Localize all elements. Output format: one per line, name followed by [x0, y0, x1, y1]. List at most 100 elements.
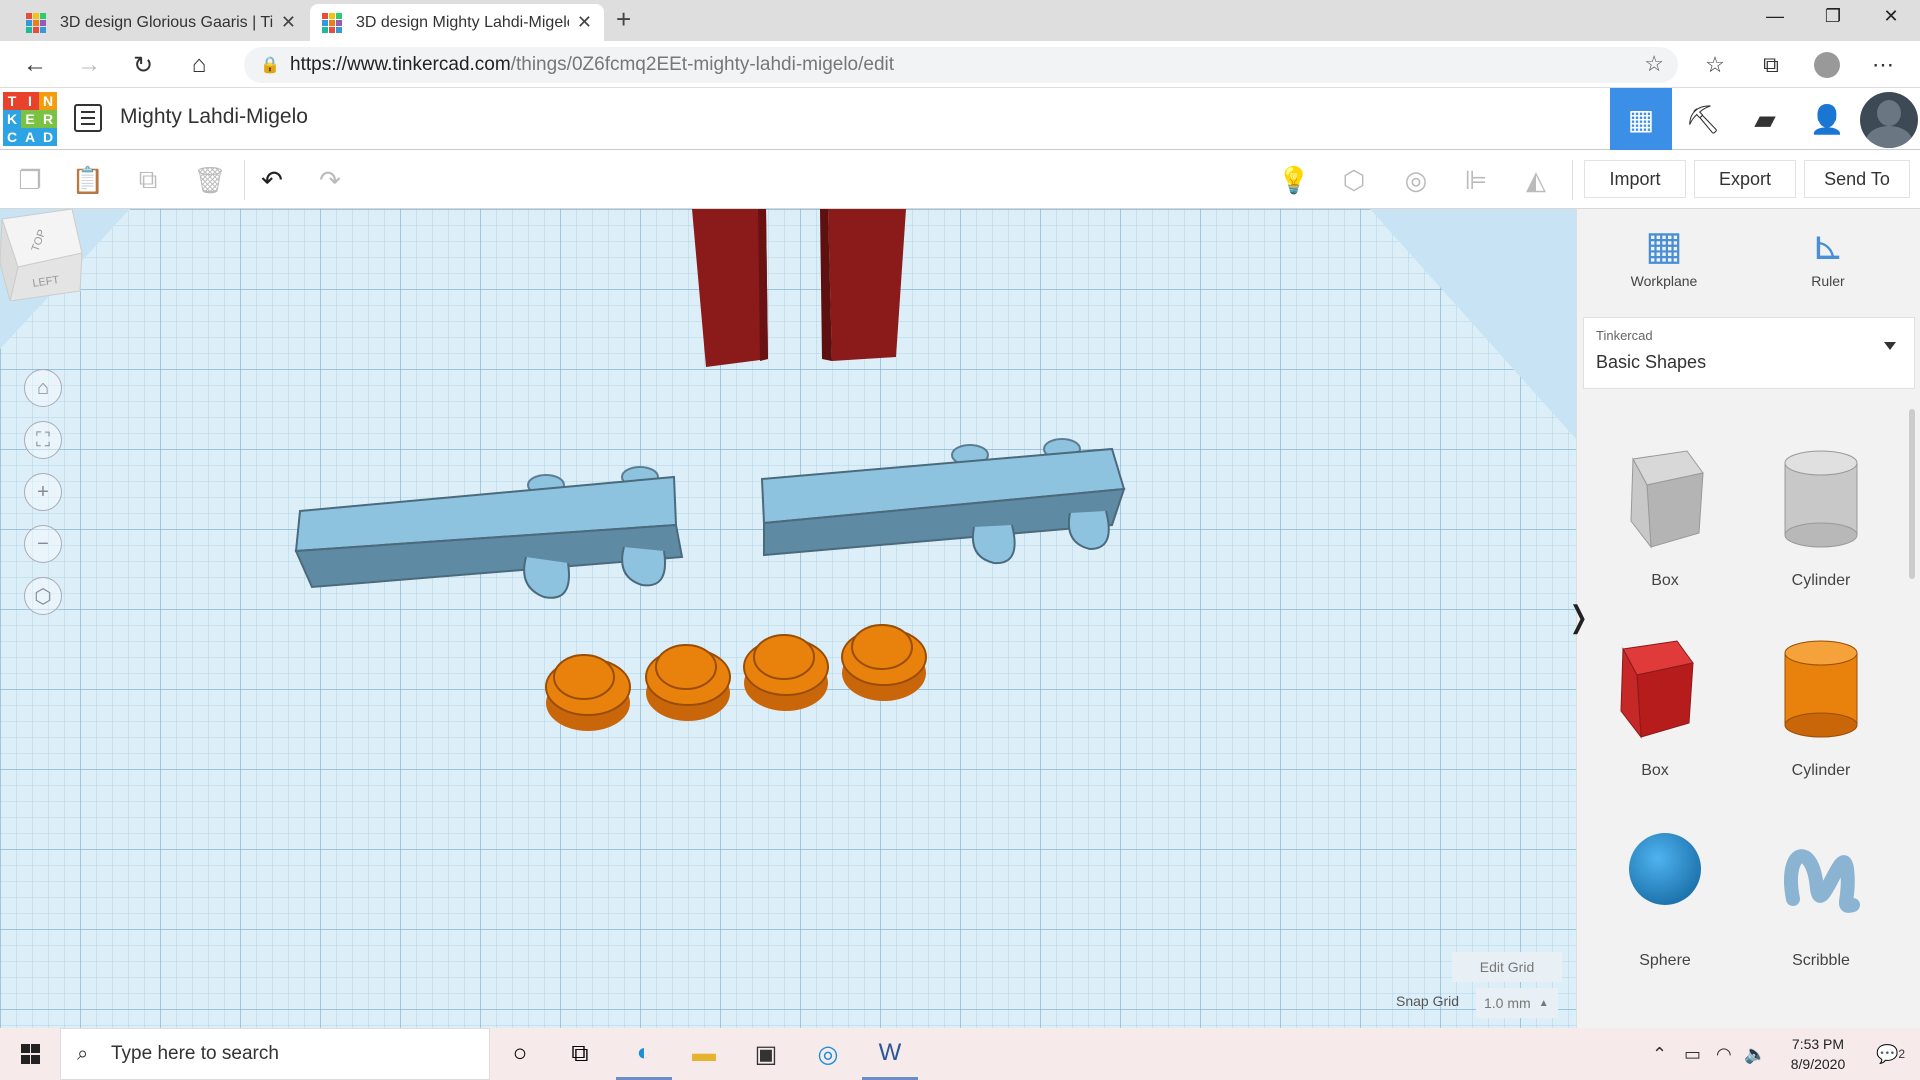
blue-sphere-icon: [1629, 833, 1701, 905]
close-tab-icon[interactable]: ✕: [281, 12, 296, 33]
gray-cylinder-icon: [1784, 450, 1858, 548]
edit-grid-button[interactable]: Edit Grid: [1452, 952, 1562, 982]
zoom-out-icon[interactable]: −: [24, 525, 62, 563]
shape-cylinder-gray[interactable]: Cylinder: [1743, 429, 1899, 609]
tinkercad-logo[interactable]: T I N K E R C A D: [3, 92, 57, 146]
send-to-button[interactable]: Send To: [1804, 160, 1910, 198]
redo-icon[interactable]: ↷: [312, 162, 348, 198]
ruler-button[interactable]: ⊾ Ruler: [1773, 223, 1883, 303]
tray-chevron-icon[interactable]: ⌃: [1652, 1028, 1667, 1080]
red-box-shape[interactable]: [820, 209, 906, 361]
workplane-icon: ▦: [1645, 224, 1683, 268]
refresh-icon[interactable]: ↻: [126, 49, 160, 81]
task-view-icon[interactable]: ⧉: [552, 1028, 608, 1080]
store-icon[interactable]: ▣: [738, 1028, 794, 1080]
scribble-icon: [1784, 849, 1860, 913]
align-icon[interactable]: ⊫: [1458, 162, 1494, 198]
ungroup-icon[interactable]: ◎: [1398, 162, 1434, 198]
battery-icon[interactable]: ▭: [1684, 1028, 1701, 1080]
minimize-icon[interactable]: —: [1746, 0, 1804, 32]
gray-box-icon: [1630, 450, 1704, 549]
logo-letter: T: [3, 92, 21, 110]
back-icon[interactable]: ←: [18, 49, 52, 81]
search-placeholder: Type here to search: [111, 1043, 279, 1064]
blocks-pickaxe-icon[interactable]: ⛏: [1672, 88, 1734, 150]
shape-scribble[interactable]: Scribble: [1743, 809, 1899, 989]
app-icon[interactable]: ◎: [800, 1028, 856, 1080]
profile-icon[interactable]: [1810, 50, 1844, 80]
edge-browser-icon[interactable]: ◐: [616, 1028, 672, 1080]
delete-icon[interactable]: 🗑: [192, 162, 228, 198]
new-tab-icon[interactable]: +: [616, 4, 631, 35]
word-icon[interactable]: W: [862, 1028, 918, 1080]
3d-workspace[interactable]: TOP LEFT ⌂ ⛶ + − ⬡: [0, 209, 1576, 1028]
tinkercad-favicon: [26, 12, 46, 33]
export-button[interactable]: Export: [1694, 160, 1796, 198]
taskbar-clock[interactable]: 7:53 PM 8/9/2020: [1768, 1034, 1868, 1074]
address-bar[interactable]: 🔒 https://www.tinkercad.com/things/0Z6fc…: [244, 47, 1678, 83]
zoom-in-icon[interactable]: +: [24, 473, 62, 511]
favorites-icon[interactable]: ☆: [1698, 50, 1732, 80]
taskbar-search-box[interactable]: ⌕ Type here to search: [60, 1028, 490, 1080]
wifi-icon[interactable]: ◠: [1716, 1028, 1732, 1080]
user-avatar[interactable]: [1860, 92, 1918, 148]
maximize-icon[interactable]: ❐: [1804, 0, 1862, 32]
copy-icon[interactable]: ❐: [12, 162, 48, 198]
workplane-label: Workplane: [1630, 273, 1698, 289]
duplicate-icon[interactable]: ⧉: [130, 162, 166, 198]
notifications-icon[interactable]: 💬 2: [1876, 1028, 1905, 1080]
file-explorer-icon[interactable]: ▬: [676, 1028, 732, 1080]
paste-icon[interactable]: 📋: [70, 162, 106, 198]
snap-grid-select[interactable]: 1.0 mm ▲: [1476, 988, 1558, 1018]
workplane-grid: [0, 209, 1576, 1028]
volume-icon[interactable]: 🔈: [1744, 1028, 1766, 1080]
mirror-icon[interactable]: ◭: [1518, 162, 1554, 198]
browser-tab-glorious-gaaris[interactable]: 3D design Glorious Gaaris | Tinkercad ✕: [14, 4, 308, 41]
fit-view-icon[interactable]: ⛶: [24, 421, 62, 459]
collapse-panel-chevron-icon[interactable]: ❭: [1566, 600, 1591, 635]
tinkercad-header: T I N K E R C A D Mighty Lahdi-Migelo ▦ …: [0, 88, 1920, 150]
shape-cylinder-orange[interactable]: Cylinder: [1743, 619, 1899, 799]
design-title[interactable]: Mighty Lahdi-Migelo: [120, 105, 308, 129]
orange-cylinder-button[interactable]: [645, 644, 731, 721]
shape-box-gray[interactable]: Box: [1587, 429, 1743, 609]
shape-library-dropdown[interactable]: Tinkercad Basic Shapes: [1583, 317, 1915, 389]
windows-start-icon[interactable]: [0, 1028, 60, 1080]
ruler-icon: ⊾: [1811, 224, 1845, 268]
close-tab-icon[interactable]: ✕: [577, 12, 592, 33]
group-icon[interactable]: ⬡: [1336, 162, 1372, 198]
red-box-icon: [1620, 640, 1694, 739]
forward-icon[interactable]: →: [72, 49, 106, 81]
notes-lightbulb-icon[interactable]: 💡: [1276, 162, 1312, 198]
favorite-star-icon[interactable]: ☆: [1644, 51, 1664, 77]
import-button[interactable]: Import: [1584, 160, 1686, 198]
perspective-icon[interactable]: ⬡: [24, 577, 62, 615]
add-user-icon[interactable]: 👤: [1796, 88, 1858, 150]
notification-count: 2: [1898, 1047, 1906, 1061]
3d-design-view-icon[interactable]: ▦: [1610, 88, 1672, 150]
more-menu-icon[interactable]: ⋯: [1866, 50, 1900, 80]
cortana-icon[interactable]: ○: [492, 1028, 548, 1080]
panel-scrollbar[interactable]: [1909, 409, 1915, 579]
undo-icon[interactable]: ↶: [254, 162, 290, 198]
home-icon[interactable]: ⌂: [182, 49, 216, 81]
shape-box-red[interactable]: Box: [1577, 619, 1733, 799]
bricks-icon[interactable]: ▰: [1734, 88, 1796, 150]
design-list-icon[interactable]: [74, 104, 102, 132]
orange-cylinder-button[interactable]: [743, 634, 829, 711]
shape-sphere-blue[interactable]: Sphere: [1587, 809, 1743, 989]
collections-icon[interactable]: ⧉: [1754, 50, 1788, 80]
orange-cylinder-button[interactable]: [545, 654, 631, 731]
windows-taskbar: ⌕ Type here to search ○ ⧉ ◐ ▬ ▣ ◎ W ⌃ ▭ …: [0, 1028, 1920, 1080]
orange-cylinder-button[interactable]: [841, 624, 927, 701]
workplane-button[interactable]: ▦ Workplane: [1609, 223, 1719, 303]
browser-tab-mighty-lahdi-migelo[interactable]: 3D design Mighty Lahdi-Migelo | Tinkerca…: [310, 4, 604, 41]
shape-name: Sphere: [1639, 952, 1691, 969]
logo-letter: I: [21, 92, 39, 110]
view-cube[interactable]: TOP LEFT: [0, 209, 84, 301]
close-window-icon[interactable]: ✕: [1862, 0, 1920, 32]
url-path: /things/0Z6fcmq2EEt-mighty-lahdi-migelo/…: [510, 54, 895, 75]
home-view-icon[interactable]: ⌂: [24, 369, 62, 407]
logo-letter: K: [3, 110, 21, 128]
shape-name: Scribble: [1792, 952, 1850, 969]
